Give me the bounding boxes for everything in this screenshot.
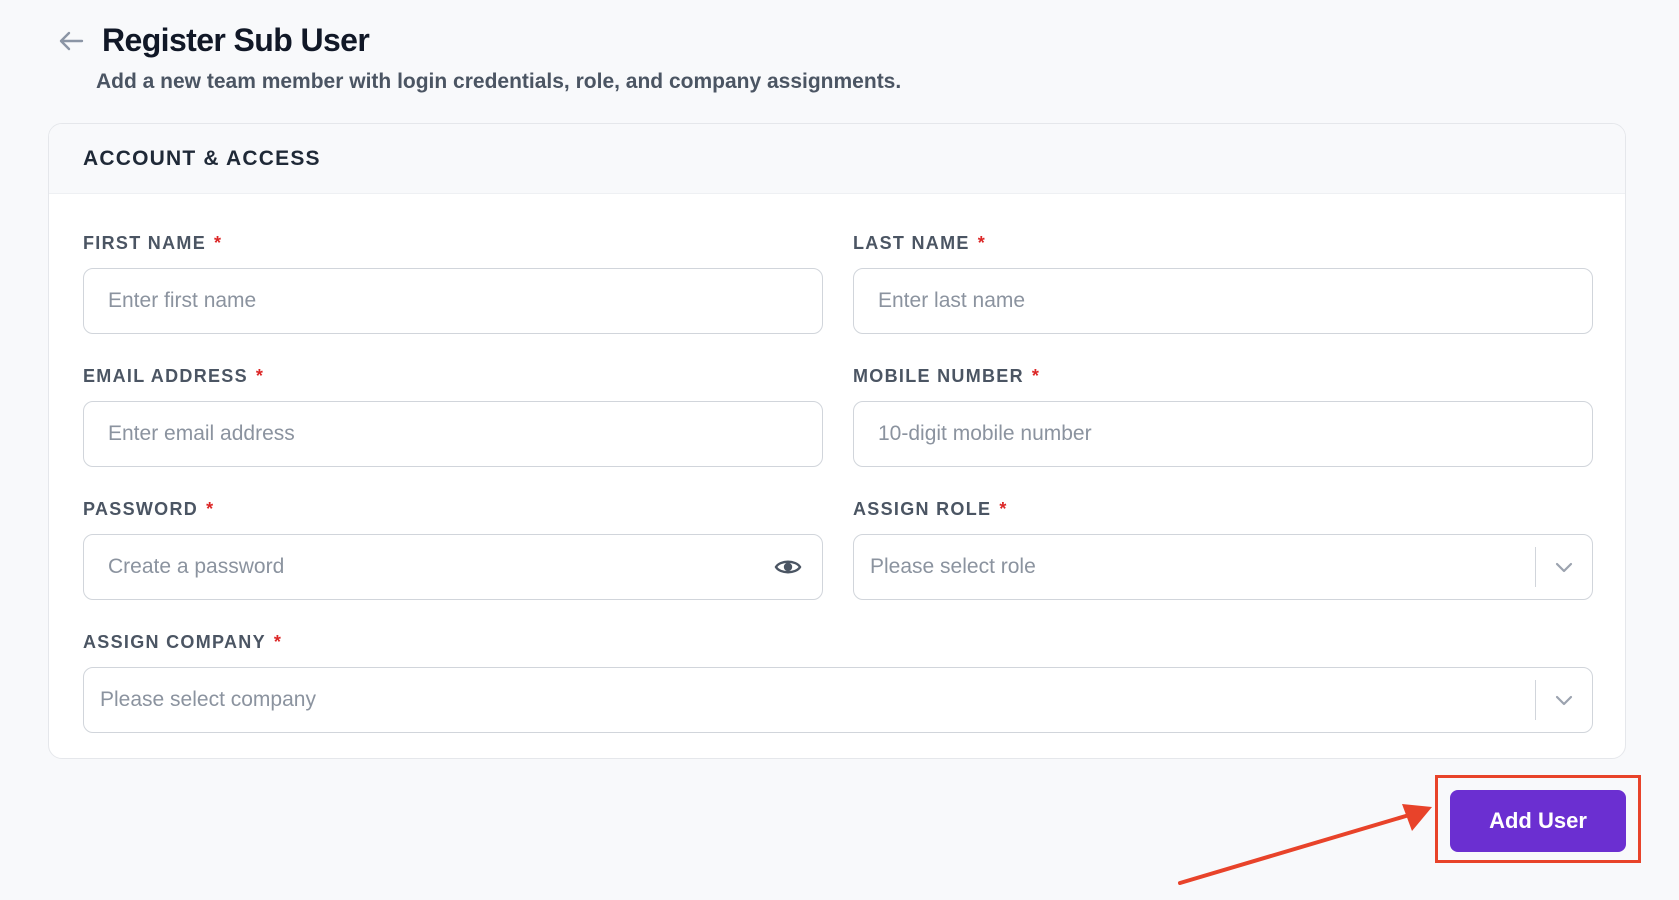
- add-user-button[interactable]: Add User: [1450, 790, 1626, 852]
- assign-role-select[interactable]: Please select role: [853, 534, 1593, 600]
- assign-role-label: ASSIGN ROLE *: [853, 498, 1593, 520]
- assign-company-select[interactable]: Please select company: [83, 667, 1593, 733]
- email-input[interactable]: [84, 402, 822, 466]
- last-name-field: LAST NAME *: [853, 232, 1593, 334]
- last-name-input[interactable]: [854, 269, 1592, 333]
- assign-company-label-text: ASSIGN COMPANY: [83, 631, 266, 652]
- mobile-label: MOBILE NUMBER *: [853, 365, 1593, 387]
- card-title: ACCOUNT & ACCESS: [83, 146, 321, 170]
- first-name-input-box: [83, 268, 823, 334]
- assign-role-label-text: ASSIGN ROLE: [853, 498, 992, 519]
- password-label-text: PASSWORD: [83, 498, 199, 519]
- assign-role-field: ASSIGN ROLE * Please select role: [853, 498, 1593, 600]
- page-subtitle: Add a new team member with login credent…: [96, 70, 902, 93]
- chevron-down-icon[interactable]: [1536, 668, 1592, 732]
- email-input-box: [83, 401, 823, 467]
- required-marker: *: [1031, 365, 1041, 386]
- page-header: Register Sub User: [56, 22, 370, 59]
- mobile-field: MOBILE NUMBER *: [853, 365, 1593, 467]
- required-marker: *: [206, 498, 215, 519]
- mobile-label-text: MOBILE NUMBER: [853, 365, 1024, 386]
- assign-company-label: ASSIGN COMPANY *: [83, 631, 1593, 653]
- assign-company-value[interactable]: Please select company: [84, 688, 1535, 712]
- last-name-input-box: [853, 268, 1593, 334]
- back-button[interactable]: [56, 26, 86, 56]
- assign-role-value[interactable]: Please select role: [854, 555, 1535, 579]
- email-label-text: EMAIL ADDRESS: [83, 365, 248, 386]
- arrow-left-icon: [59, 31, 84, 50]
- first-name-field: FIRST NAME *: [83, 232, 823, 334]
- first-name-label-text: FIRST NAME: [83, 232, 206, 253]
- required-marker: *: [977, 232, 987, 253]
- required-marker: *: [999, 498, 1008, 519]
- email-field: EMAIL ADDRESS *: [83, 365, 823, 467]
- first-name-label: FIRST NAME *: [83, 232, 823, 254]
- card-header: ACCOUNT & ACCESS: [49, 124, 1625, 194]
- page-title: Register Sub User: [102, 22, 370, 58]
- email-label: EMAIL ADDRESS *: [83, 365, 823, 387]
- account-access-card: ACCOUNT & ACCESS FIRST NAME * LAST NAME …: [48, 123, 1626, 759]
- annotation-arrow-icon: [1178, 804, 1432, 885]
- required-marker: *: [255, 365, 265, 386]
- chevron-down-icon[interactable]: [1536, 535, 1592, 599]
- mobile-input[interactable]: [854, 402, 1592, 466]
- assign-company-field: ASSIGN COMPANY * Please select company: [83, 631, 1593, 733]
- password-input-box: [83, 534, 823, 600]
- password-label: PASSWORD *: [83, 498, 823, 520]
- password-field: PASSWORD *: [83, 498, 823, 600]
- last-name-label-text: LAST NAME: [853, 232, 970, 253]
- first-name-input[interactable]: [84, 269, 822, 333]
- required-marker: *: [214, 232, 223, 253]
- eye-icon[interactable]: [774, 555, 802, 579]
- password-input[interactable]: [84, 535, 822, 599]
- last-name-label: LAST NAME *: [853, 232, 1593, 254]
- required-marker: *: [273, 631, 283, 652]
- mobile-input-box: [853, 401, 1593, 467]
